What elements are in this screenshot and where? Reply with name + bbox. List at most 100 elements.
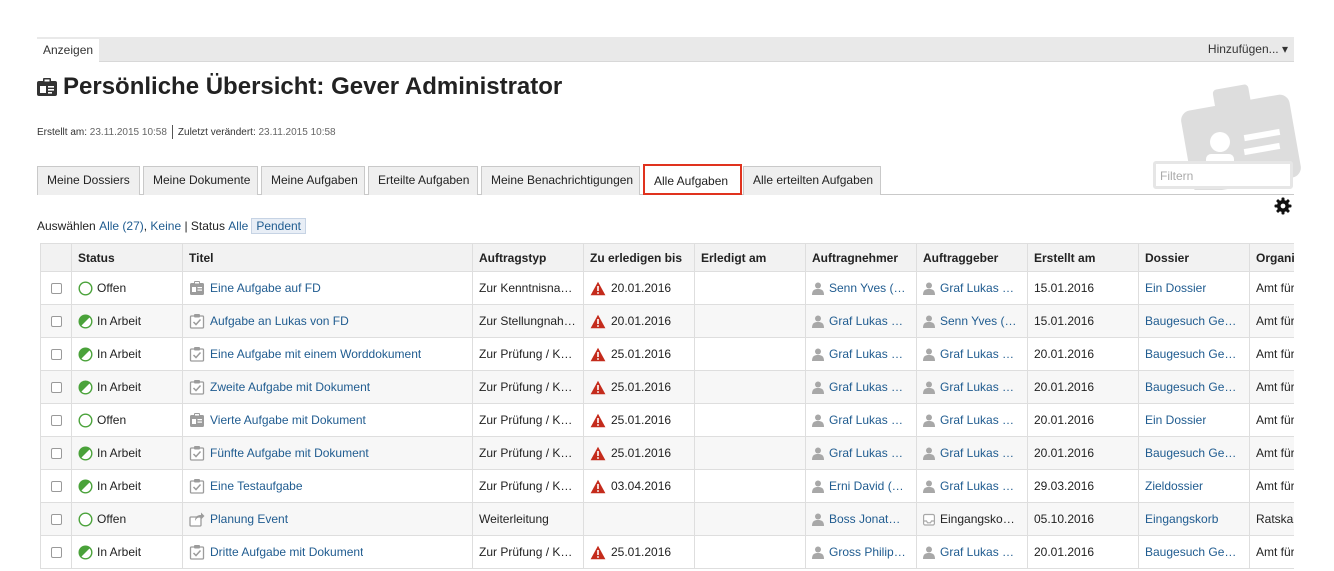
- tab-meine-dokumente[interactable]: Meine Dokumente: [143, 166, 258, 195]
- task-title-link[interactable]: Eine Aufgabe auf FD: [210, 281, 321, 295]
- dossier-link[interactable]: Ein Dossier: [1145, 281, 1206, 295]
- row-checkbox[interactable]: [50, 283, 62, 295]
- header-done[interactable]: Erledigt am: [694, 243, 806, 272]
- gear-icon[interactable]: [1274, 197, 1292, 215]
- issuer-link[interactable]: Graf Lukas …: [940, 413, 1014, 427]
- assignee-cell: Senn Yves (…: [805, 271, 917, 305]
- assignee-link[interactable]: Graf Lukas …: [829, 347, 903, 361]
- title-cell: Eine Testaufgabe: [182, 469, 473, 503]
- assignee-link[interactable]: Graf Lukas …: [829, 314, 903, 328]
- task-title-link[interactable]: Fünfte Aufgabe mit Dokument: [210, 446, 369, 460]
- assignee-link[interactable]: Graf Lukas …: [829, 446, 903, 460]
- table-row[interactable]: In Arbeit Eine Aufgabe mit einem Worddoku…: [40, 337, 1294, 371]
- table-row[interactable]: In Arbeit Dritte Aufgabe mit Dokument Zur …: [40, 535, 1294, 569]
- row-checkbox[interactable]: [50, 547, 62, 559]
- task-type-text: Zur Prüfung / K…: [479, 545, 573, 559]
- row-checkbox[interactable]: [50, 316, 62, 328]
- tab-meine-benachrichtigungen[interactable]: Meine Benachrichtigungen: [481, 166, 640, 195]
- dossier-link[interactable]: Baugesuch Ge…: [1145, 545, 1236, 559]
- issuer-link[interactable]: Senn Yves (…: [940, 314, 1017, 328]
- status-in-progress-icon: [78, 445, 93, 461]
- created-cell: 20.01.2016: [1027, 535, 1139, 569]
- task-title-link[interactable]: Eine Aufgabe mit einem Worddokument: [210, 347, 421, 361]
- add-menu[interactable]: Hinzufügen... ▾: [1208, 37, 1288, 62]
- assignee-link[interactable]: Boss Jonat…: [829, 512, 900, 526]
- row-checkbox[interactable]: [50, 349, 62, 361]
- status-text: Offen: [97, 281, 127, 295]
- task-table: Status Titel Auftragstyp Zu erledigen bi…: [40, 243, 1294, 571]
- header-assignee[interactable]: Auftragnehmer: [805, 243, 917, 272]
- assignee-link[interactable]: Graf Lukas …: [829, 413, 903, 427]
- meta-separator: [171, 125, 173, 139]
- dossier-link[interactable]: Zieldossier: [1145, 479, 1203, 493]
- tab-alle-aufgaben[interactable]: Alle Aufgaben: [643, 164, 742, 195]
- row-checkbox[interactable]: [50, 382, 62, 394]
- task-icon: [189, 380, 205, 395]
- task-title-link[interactable]: Aufgabe an Lukas von FD: [210, 314, 349, 328]
- tab-erteilte-aufgaben[interactable]: Erteilte Aufgaben: [368, 166, 478, 195]
- table-row[interactable]: In Arbeit Zweite Aufgabe mit Dokument Zur …: [40, 370, 1294, 404]
- assignee-link[interactable]: Erni David (…: [829, 479, 904, 493]
- dossier-link[interactable]: Eingangskorb: [1145, 512, 1218, 526]
- clipboard-icon: [190, 413, 204, 427]
- issuer-link[interactable]: Graf Lukas …: [940, 446, 1014, 460]
- header-title[interactable]: Titel: [182, 243, 473, 272]
- status-text: Offen: [97, 413, 127, 427]
- issuer-link[interactable]: Graf Lukas …: [940, 545, 1014, 559]
- select-all-link[interactable]: Alle (27): [99, 219, 144, 233]
- dossier-link[interactable]: Baugesuch Ge…: [1145, 347, 1236, 361]
- status-pending-filter[interactable]: Pendent: [251, 218, 307, 234]
- issuer-link[interactable]: Graf Lukas …: [940, 281, 1014, 295]
- header-organization[interactable]: Organi: [1249, 243, 1294, 272]
- header-due[interactable]: Zu erledigen bis: [583, 243, 695, 272]
- dossier-link[interactable]: Baugesuch Ge…: [1145, 380, 1236, 394]
- row-checkbox[interactable]: [50, 415, 62, 427]
- title-cell: Eine Aufgabe mit einem Worddokument: [182, 337, 473, 371]
- header-dossier[interactable]: Dossier: [1138, 243, 1250, 272]
- assignee-link[interactable]: Gross Philip…: [829, 545, 906, 559]
- task-title-link[interactable]: Zweite Aufgabe mit Dokument: [210, 380, 370, 394]
- task-title-link[interactable]: Planung Event: [210, 512, 288, 526]
- assignee-link[interactable]: Graf Lukas …: [829, 380, 903, 394]
- status-cell: In Arbeit: [71, 469, 183, 503]
- issuer-link[interactable]: Graf Lukas …: [940, 479, 1014, 493]
- issuer-link[interactable]: Graf Lukas …: [940, 380, 1014, 394]
- table-row[interactable]: In Arbeit Fünfte Aufgabe mit Dokument Zur …: [40, 436, 1294, 470]
- task-type-cell: Zur Kenntnisna…: [472, 271, 584, 305]
- tab-meine-dossiers[interactable]: Meine Dossiers: [37, 166, 140, 195]
- table-row[interactable]: Offen Vierte Aufgabe mit Dokument Zur Prüf…: [40, 403, 1294, 437]
- status-in-progress-icon: [78, 379, 93, 395]
- header-issuer[interactable]: Auftraggeber: [916, 243, 1028, 272]
- show-tab[interactable]: Anzeigen: [37, 39, 100, 63]
- header-created[interactable]: Erstellt am: [1027, 243, 1139, 272]
- table-row[interactable]: Offen Planung Event Weiterleitung Boss Jona…: [40, 502, 1294, 536]
- tab-alle-erteilten-aufgaben[interactable]: Alle erteilten Aufgaben: [743, 166, 881, 195]
- filter-input[interactable]: Filtern: [1153, 161, 1293, 189]
- assignee-link[interactable]: Senn Yves (…: [829, 281, 906, 295]
- header-status[interactable]: Status: [71, 243, 183, 272]
- task-title-link[interactable]: Vierte Aufgabe mit Dokument: [210, 413, 366, 427]
- dossier-link[interactable]: Baugesuch Ge…: [1145, 446, 1236, 460]
- task-title-link[interactable]: Dritte Aufgabe mit Dokument: [210, 545, 363, 559]
- dossier-link[interactable]: Ein Dossier: [1145, 413, 1206, 427]
- dossier-link[interactable]: Baugesuch Ge…: [1145, 314, 1236, 328]
- meta-info: Erstellt am: 23.11.2015 10:58 Zuletzt ve…: [37, 125, 336, 139]
- table-row[interactable]: In Arbeit Aufgabe an Lukas von FD Zur Stel…: [40, 304, 1294, 338]
- task-icon: [189, 446, 205, 461]
- created-cell: 15.01.2016: [1027, 271, 1139, 305]
- row-checkbox[interactable]: [50, 481, 62, 493]
- organization-cell: Amt für: [1249, 403, 1294, 437]
- issuer-link[interactable]: Graf Lukas …: [940, 347, 1014, 361]
- status-text: In Arbeit: [97, 545, 142, 559]
- table-row[interactable]: In Arbeit Eine Testaufgabe Zur Prüfung / K…: [40, 469, 1294, 503]
- task-title-link[interactable]: Eine Testaufgabe: [210, 479, 303, 493]
- done-cell: [694, 535, 806, 569]
- tab-meine-aufgaben[interactable]: Meine Aufgaben: [261, 166, 365, 195]
- select-none-link[interactable]: Keine: [150, 219, 181, 233]
- header-task-type[interactable]: Auftragstyp: [472, 243, 584, 272]
- table-row[interactable]: Offen Eine Aufgabe auf FD Zur Kenntnisna… 2…: [40, 271, 1294, 305]
- row-checkbox[interactable]: [50, 514, 62, 526]
- user-icon: [923, 480, 935, 493]
- row-checkbox[interactable]: [50, 448, 62, 460]
- status-all-link[interactable]: Alle: [228, 219, 248, 233]
